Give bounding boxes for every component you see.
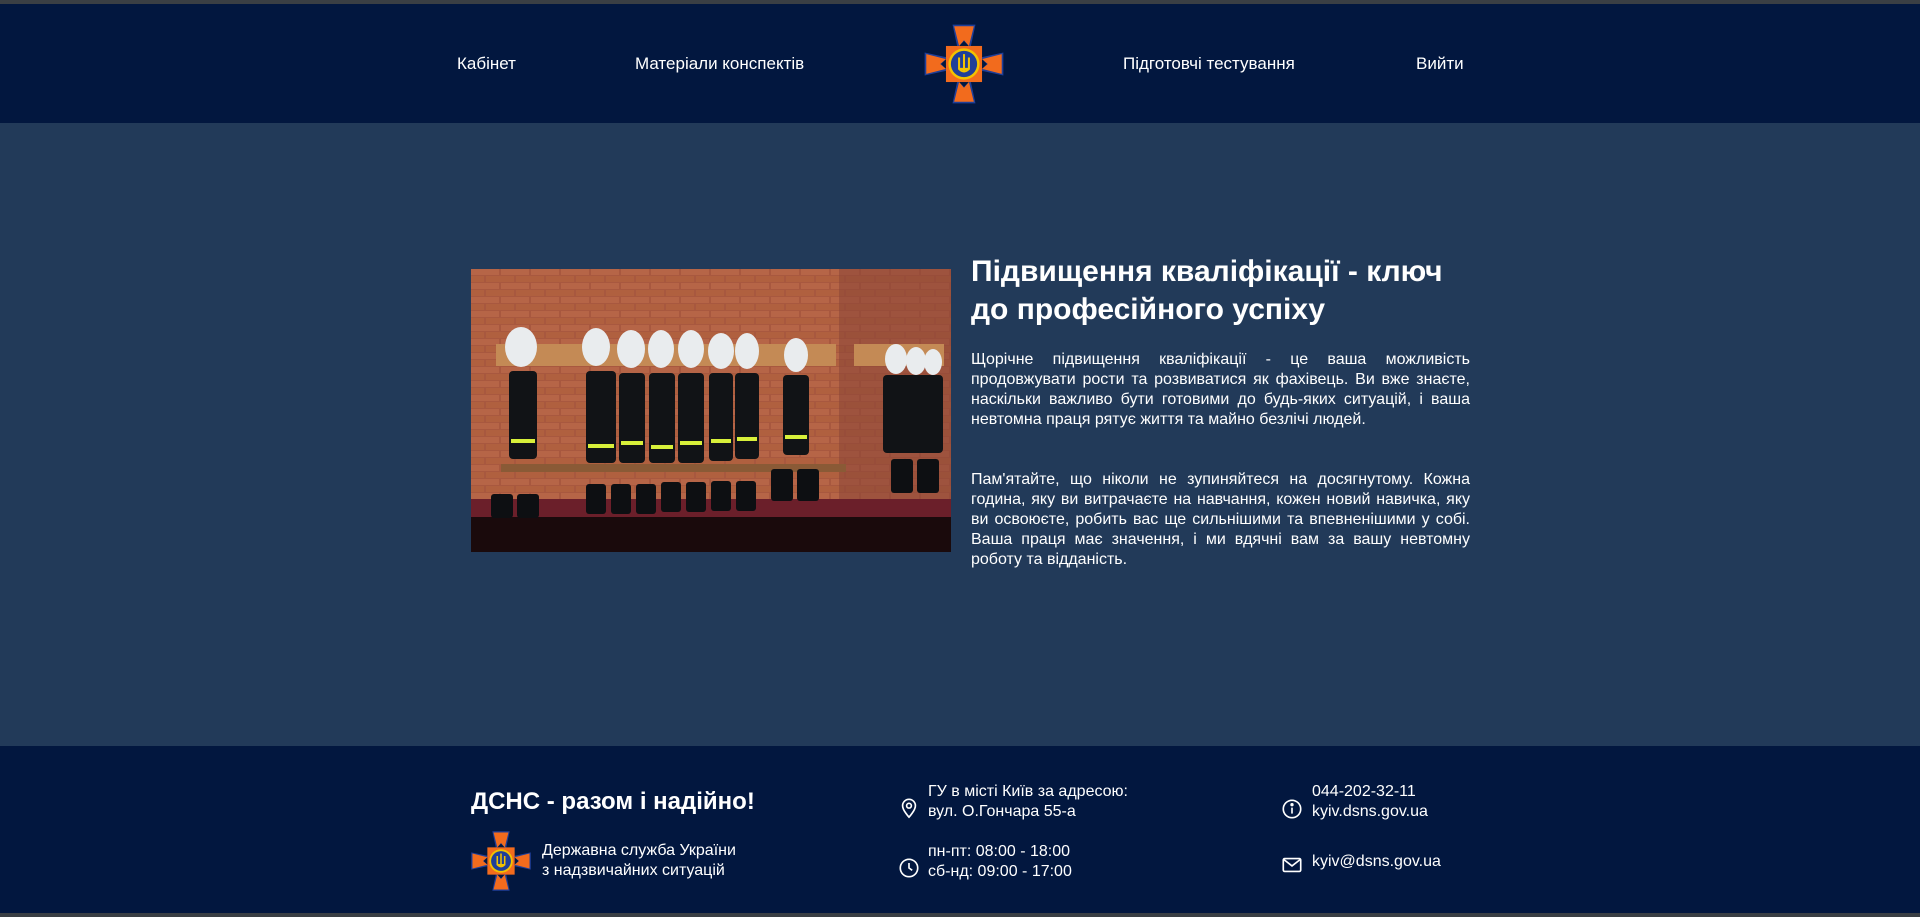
hero-paragraph-2: Пам'ятайте, що ніколи не зупиняйтеся на … xyxy=(971,471,1470,568)
address-line-1: ГУ в місті Київ за адресою: xyxy=(928,783,1128,800)
working-hours: пн-пт: 08:00 - 18:00 сб-нд: 09:00 - 17:0… xyxy=(928,842,1072,882)
bottom-border xyxy=(0,913,1920,917)
site-header: Кабінет Матеріали конспектів Підготовчі … xyxy=(0,4,1920,123)
info-icon xyxy=(1281,798,1303,820)
nav-tests-link[interactable]: Підготовчі тестування xyxy=(1123,54,1295,74)
nav-logout-link[interactable]: Вийти xyxy=(1416,54,1464,74)
location-pin-icon xyxy=(898,797,920,819)
nav-cabinet-link[interactable]: Кабінет xyxy=(457,54,516,74)
org-name-line-1: Державна служба України xyxy=(542,842,736,859)
dsns-emblem-icon xyxy=(924,24,1004,104)
hero-paragraph-1: Щорічне підвищення кваліфікації - це ваш… xyxy=(971,351,1470,428)
nav-materials-link[interactable]: Матеріали конспектів xyxy=(635,54,804,74)
hours-weekend: сб-нд: 09:00 - 17:00 xyxy=(928,863,1072,880)
address: ГУ в місті Київ за адресою: вул. О.Гонча… xyxy=(928,782,1128,822)
phone-number[interactable]: 044-202-32-11 xyxy=(1312,782,1428,802)
email-link[interactable]: kyiv@dsns.gov.ua xyxy=(1312,852,1441,872)
org-name: Державна служба України з надзвичайних с… xyxy=(542,841,736,881)
website-link[interactable]: kyiv.dsns.gov.ua xyxy=(1312,802,1428,822)
contacts: 044-202-32-11 kyiv.dsns.gov.ua xyxy=(1312,782,1428,822)
dsns-logo[interactable] xyxy=(923,23,1005,105)
address-line-2: вул. О.Гончара 55-а xyxy=(928,803,1076,820)
firefighter-gear-photo xyxy=(471,269,951,552)
hero-section: Підвищення кваліфікації - ключ до профес… xyxy=(0,123,1920,746)
dsns-emblem-icon xyxy=(471,831,531,891)
footer-logo xyxy=(470,830,532,892)
clock-icon xyxy=(898,857,920,879)
hours-weekdays: пн-пт: 08:00 - 18:00 xyxy=(928,843,1071,860)
hero-title: Підвищення кваліфікації - ключ до профес… xyxy=(971,255,1443,326)
mail-icon xyxy=(1281,854,1303,876)
site-footer: ДСНС - разом і надійно! Державна служба … xyxy=(0,746,1920,913)
org-name-line-2: з надзвичайних ситуацій xyxy=(542,862,725,879)
footer-slogan: ДСНС - разом і надійно! xyxy=(471,788,755,815)
